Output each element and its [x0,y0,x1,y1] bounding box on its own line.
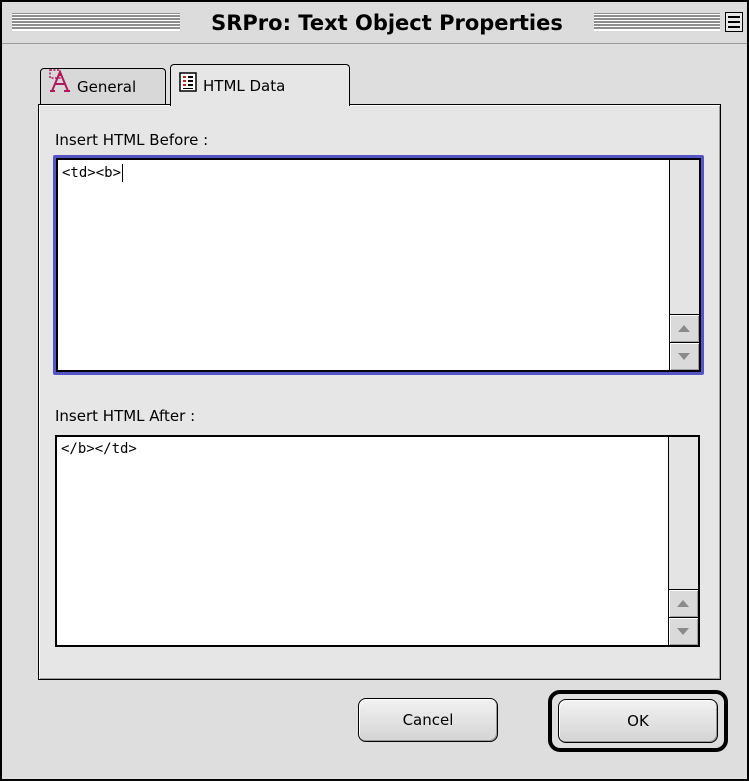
focus-ring: <td><b> [53,155,704,375]
html-data-icon [179,66,197,108]
scroll-up-arrow-icon[interactable] [670,314,699,342]
insert-html-before-label: Insert HTML Before : [55,131,209,149]
html-data-panel: Insert HTML Before : <td><b> Insert HTML… [38,104,721,680]
tab-general-label: General [77,78,137,96]
window-title: SRPro: Text Object Properties [211,11,563,35]
scrollbar-before[interactable] [669,160,699,370]
scroll-down-arrow-icon[interactable] [669,617,698,645]
title-bar[interactable]: SRPro: Text Object Properties [2,2,747,44]
insert-html-after-text: </b></td> [61,441,137,457]
scrollbar-after[interactable] [668,437,698,645]
tab-html-data[interactable]: HTML Data [170,64,350,108]
insert-html-after-field[interactable]: </b></td> [55,435,700,647]
scroll-down-arrow-icon[interactable] [670,342,699,370]
tab-general[interactable]: General [40,68,166,104]
default-button-ring: OK [548,690,728,752]
title-bar-stripes-right [594,13,720,31]
ok-button[interactable]: OK [558,699,718,743]
text-caret [122,164,124,182]
cancel-button[interactable]: Cancel [358,698,498,742]
collapse-box-icon[interactable] [725,12,743,32]
text-a-icon [49,69,71,106]
insert-html-after-label: Insert HTML After : [55,407,196,425]
insert-html-before-field[interactable]: <td><b> [56,158,701,372]
title-bar-stripes-left [12,13,180,31]
scroll-up-arrow-icon[interactable] [669,589,698,617]
dialog-window: SRPro: Text Object Properties General HT… [0,0,749,781]
insert-html-before-text: <td><b> [62,165,122,181]
tab-html-data-label: HTML Data [203,77,286,95]
